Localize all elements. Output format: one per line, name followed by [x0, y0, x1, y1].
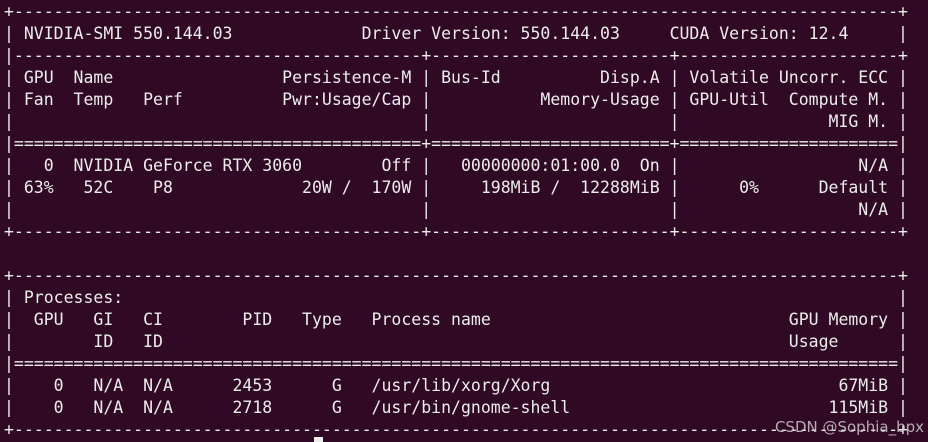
- gpu-table-header-2: | Fan Temp Perf Pwr:Usage/Cap | Memory-U…: [4, 90, 908, 109]
- gpu-table-header-3: | | | MIG M. |: [4, 112, 908, 131]
- terminal-cursor: [314, 437, 323, 442]
- proc-table-title: | Processes: |: [4, 288, 908, 307]
- gpu-row-line-3: | | | N/A |: [4, 200, 908, 219]
- gpu-row-line-1: | 0 NVIDIA GeForce RTX 3060 Off | 000000…: [4, 156, 908, 175]
- proc-row-xorg: | 0 N/A N/A 2453 G /usr/lib/xorg/Xorg 67…: [4, 376, 908, 395]
- smi-version-line: | NVIDIA-SMI 550.144.03 Driver Version: …: [4, 24, 908, 43]
- gpu-row-line-2: | 63% 52C P8 20W / 170W | 198MiB / 12288…: [4, 178, 908, 197]
- proc-table-header-1: | GPU GI CI PID Type Process name GPU Me…: [4, 310, 908, 329]
- proc-table-header-2: | ID ID Usage |: [4, 332, 908, 351]
- terminal-window[interactable]: +---------------------------------------…: [0, 0, 928, 442]
- gpu-table-header-sep: |=======================================…: [4, 134, 908, 153]
- proc-table-header-sep: |=======================================…: [4, 354, 908, 373]
- gpu-table-header-1: | GPU Name Persistence-M | Bus-Id Disp.A…: [4, 68, 908, 87]
- gpu-table-bottom: +---------------------------------------…: [4, 222, 908, 241]
- proc-row-gnome-shell: | 0 N/A N/A 2718 G /usr/bin/gnome-shell …: [4, 398, 908, 417]
- smi-top-border: +---------------------------------------…: [4, 2, 908, 21]
- watermark-text: CSDN @Sophia_bpx: [774, 418, 924, 436]
- gpu-table-top-border: |---------------------------------------…: [4, 46, 908, 65]
- proc-table-bottom: +---------------------------------------…: [4, 420, 908, 439]
- proc-table-top-border: +---------------------------------------…: [4, 266, 908, 285]
